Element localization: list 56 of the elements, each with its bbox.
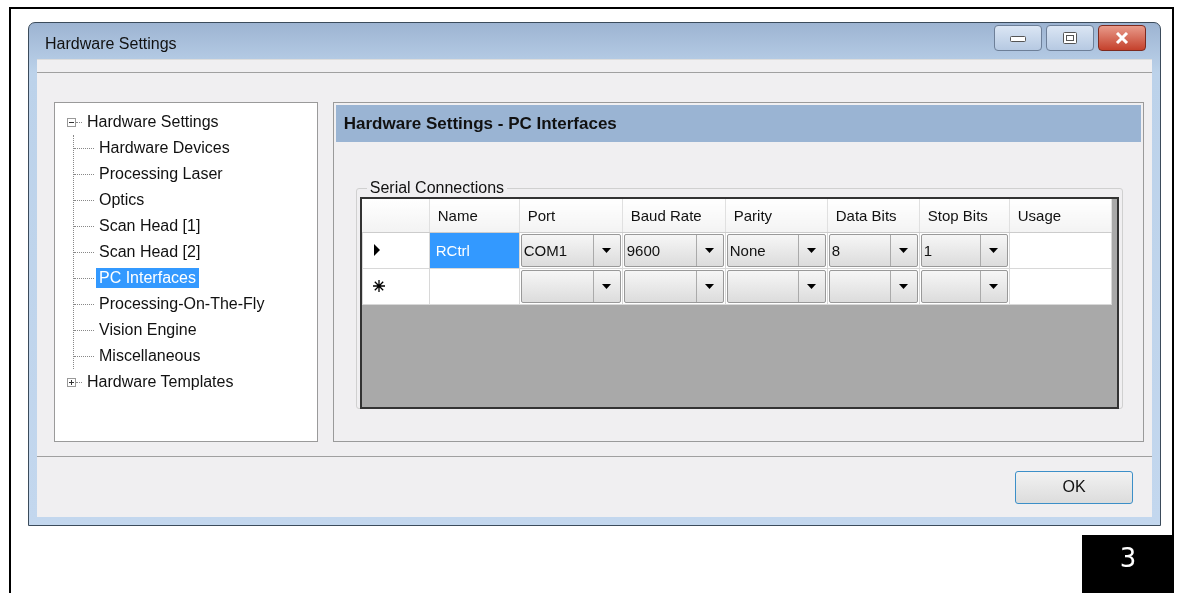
dropdown[interactable]: 9600 <box>623 233 724 267</box>
minimize-button[interactable] <box>994 25 1042 51</box>
close-icon <box>1114 32 1130 44</box>
dropdown[interactable] <box>623 269 724 303</box>
dropdown[interactable] <box>920 269 1008 303</box>
dropdown[interactable]: COM1 <box>520 233 621 267</box>
group-title: Serial Connections <box>368 179 506 197</box>
dropdown[interactable] <box>828 269 918 303</box>
dropdown-arrow-icon <box>807 283 817 289</box>
window-title: Hardware Settings <box>45 35 177 53</box>
collapse-icon[interactable] <box>67 117 76 127</box>
row-header[interactable] <box>362 268 430 304</box>
tree-item[interactable]: Hardware Devices <box>96 138 233 158</box>
maximize-button[interactable] <box>1046 25 1094 51</box>
tree-item[interactable]: Processing-On-The-Fly <box>96 294 268 314</box>
tree-item[interactable]: Scan Head [2] <box>96 242 204 262</box>
column-header[interactable]: Data Bits <box>827 199 920 232</box>
tree-item[interactable]: Processing Laser <box>96 164 226 184</box>
asterisk-icon <box>372 279 385 292</box>
column-header[interactable]: Stop Bits <box>919 199 1010 232</box>
dropdown-arrow-icon <box>602 247 612 253</box>
dropdown-arrow-icon <box>602 283 612 289</box>
column-header[interactable]: Name <box>429 199 520 232</box>
dropdown[interactable]: 8 <box>828 233 918 267</box>
column-header[interactable]: Port <box>519 199 623 232</box>
dropdown[interactable]: None <box>726 233 826 267</box>
close-button[interactable] <box>1098 25 1146 51</box>
dropdown-arrow-icon <box>705 247 715 253</box>
dropdown[interactable] <box>520 269 621 303</box>
table-cell[interactable] <box>1009 232 1112 268</box>
table-cell[interactable] <box>1009 268 1112 304</box>
dropdown-arrow-icon <box>899 283 909 289</box>
dropdown[interactable] <box>726 269 826 303</box>
tree-item[interactable]: Hardware Templates <box>84 372 237 392</box>
tree-item[interactable]: Optics <box>96 190 148 210</box>
minimize-icon <box>1010 34 1026 42</box>
column-header[interactable]: Baud Rate <box>622 199 726 232</box>
dropdown[interactable]: 1 <box>920 233 1008 267</box>
tree-item[interactable]: Miscellaneous <box>96 346 204 366</box>
tree-item[interactable]: Vision Engine <box>96 320 200 340</box>
column-header[interactable]: Parity <box>725 199 828 232</box>
maximize-icon <box>1063 32 1077 44</box>
dropdown-arrow-icon <box>989 247 999 253</box>
panel-header: Hardware Settings - PC Interfaces <box>335 105 1141 142</box>
table-cell[interactable] <box>429 268 520 304</box>
tree-item[interactable]: Scan Head [1] <box>96 216 204 236</box>
page-number: 3 <box>1082 535 1174 593</box>
dropdown-arrow-icon <box>807 247 817 253</box>
current-row-icon <box>372 243 381 256</box>
tree-item[interactable]: Hardware Settings <box>84 112 222 132</box>
column-header[interactable]: Usage <box>1009 199 1112 232</box>
ok-button[interactable]: OK <box>1015 470 1133 504</box>
dropdown-arrow-icon <box>989 283 999 289</box>
dropdown-arrow-icon <box>899 247 909 253</box>
expand-icon[interactable] <box>67 377 76 387</box>
dropdown-arrow-icon <box>705 283 715 289</box>
